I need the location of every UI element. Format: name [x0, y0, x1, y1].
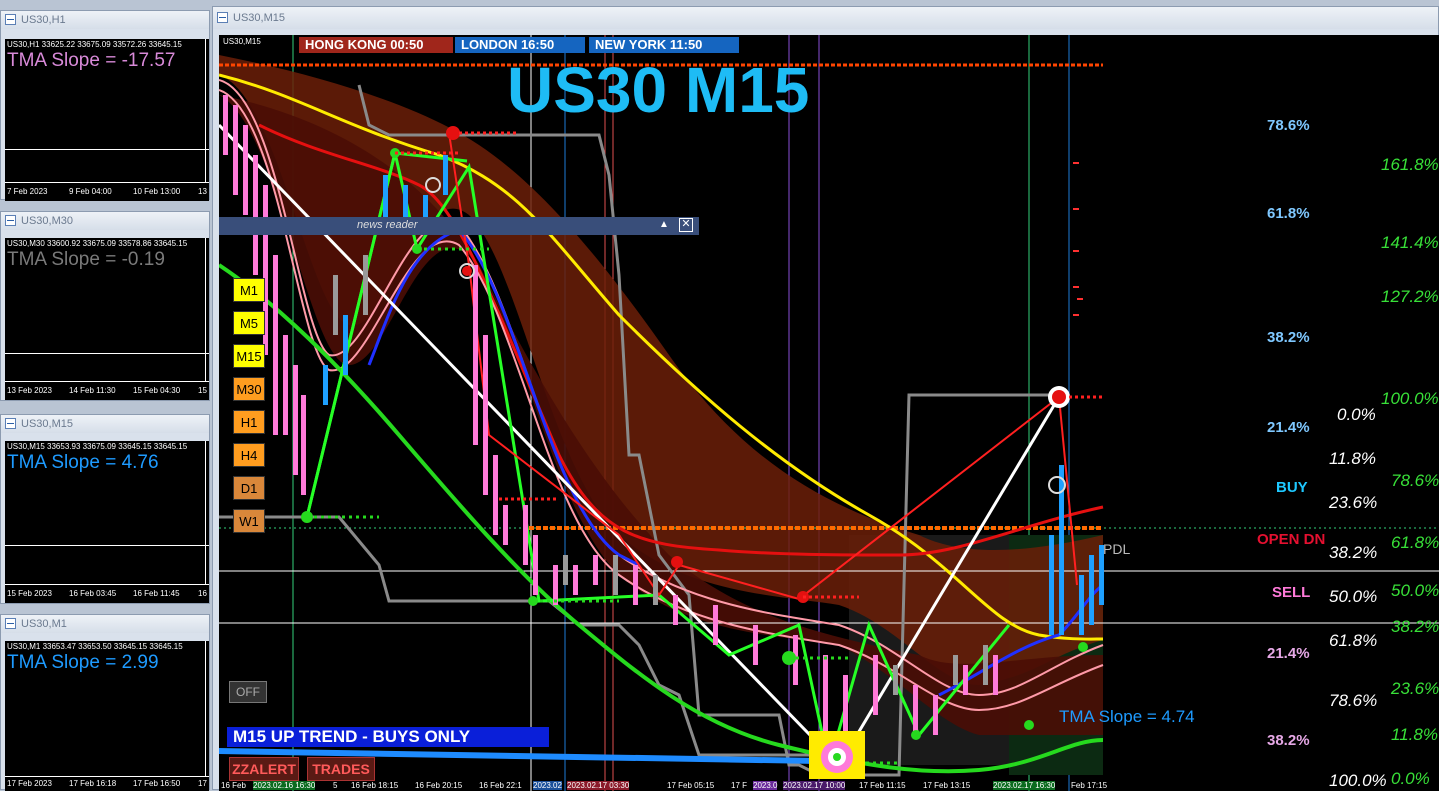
- fib-blue-label: 21.4%: [1267, 419, 1310, 436]
- price-scale-divider: [205, 238, 206, 400]
- tma-slope-label: TMA Slope = -17.57: [7, 50, 176, 71]
- window-title[interactable]: US30,M15: [213, 7, 1438, 29]
- chart-header: US30,M15: [223, 37, 261, 46]
- news-reader-bar[interactable]: news reader ▲ ✕: [219, 217, 699, 235]
- zzalert-button[interactable]: ZZALERT: [229, 757, 299, 781]
- timeframe-h1-button[interactable]: H1: [233, 410, 265, 434]
- date-axis: 17 Feb 2023 17 Feb 16:18 17 Feb 16:50 17: [5, 776, 209, 791]
- off-button[interactable]: OFF: [229, 681, 267, 703]
- chart-window-icon: [5, 618, 16, 629]
- price-scale-divider: [205, 641, 206, 791]
- window-us30-m30[interactable]: US30,M30 US30,M30 33600.92 33675.09 3357…: [0, 211, 210, 401]
- timeframe-m15-button[interactable]: M15: [233, 344, 265, 368]
- window-title[interactable]: US30,M1: [1, 615, 209, 633]
- fib-white-label: 50.0%: [1329, 587, 1378, 606]
- session-hong-kong: HONG KONG 00:50: [299, 37, 453, 53]
- chart-header: US30,M15 33653.93 33675.09 33645.15 3364…: [7, 442, 188, 451]
- main-chart[interactable]: US30,M15 US30 M15 HONG KONG 00:50 LONDON…: [219, 35, 1439, 791]
- fib-blue-label: 61.8%: [1267, 205, 1310, 222]
- mini-chart[interactable]: US30,H1 33625.22 33675.09 33572.26 33645…: [5, 39, 209, 201]
- chart-big-title: US30 M15: [507, 54, 810, 126]
- fib-blue-label: 38.2%: [1267, 329, 1310, 346]
- signal-open-dn: OPEN DN: [1257, 531, 1326, 548]
- price-scale-divider: [205, 39, 206, 201]
- fib-green-label: 23.6%: [1391, 679, 1439, 698]
- window-us30-m1[interactable]: US30,M1 US30,M1 33653.47 33653.50 33645.…: [0, 614, 210, 791]
- pdl-label: PDL: [1103, 541, 1131, 557]
- fib-white-label: 0.0%: [1337, 405, 1376, 424]
- mini-chart[interactable]: US30,M15 33653.93 33675.09 33645.15 3364…: [5, 441, 209, 603]
- trades-button[interactable]: TRADES: [307, 757, 375, 781]
- chart-drawing: [219, 35, 1439, 791]
- fib-green-label: 11.8%: [1391, 725, 1438, 744]
- fib-green-label: 50.0%: [1391, 581, 1439, 600]
- fib-white-label: 61.8%: [1329, 631, 1378, 650]
- fib-white-label: 38.2%: [1329, 543, 1378, 562]
- chart-header: US30,H1 33625.22 33675.09 33572.26 33645…: [7, 40, 182, 49]
- chart-window-icon: [217, 12, 228, 23]
- fib-pink-label: 21.4%: [1267, 645, 1310, 662]
- timeframe-m5-button[interactable]: M5: [233, 311, 265, 335]
- fib-pink-label: 38.2%: [1267, 732, 1310, 749]
- window-us30-h1[interactable]: US30,H1 US30,H1 33625.22 33675.09 33572.…: [0, 10, 210, 201]
- price-line: [5, 149, 209, 150]
- tma-slope-label: TMA Slope = 2.99: [7, 652, 159, 673]
- fib-green-label: 78.6%: [1391, 471, 1439, 490]
- collapse-icon[interactable]: ▲: [659, 219, 669, 230]
- chart-window-icon: [5, 215, 16, 226]
- timeframe-h4-button[interactable]: H4: [233, 443, 265, 467]
- chart-window-icon: [5, 14, 16, 25]
- fib-white-label: 78.6%: [1329, 691, 1378, 710]
- window-us30-m15-main[interactable]: US30,M15 US30,M15 US30 M15 HONG KONG 00:…: [212, 6, 1439, 791]
- session-new-york: NEW YORK 11:50: [589, 37, 739, 53]
- date-axis: 15 Feb 2023 16 Feb 03:45 16 Feb 11:45 16: [5, 584, 209, 603]
- window-title[interactable]: US30,M30: [1, 212, 209, 230]
- signal-sell: SELL: [1272, 584, 1311, 601]
- chart-window-icon: [5, 418, 16, 429]
- trend-banner: M15 UP TREND - BUYS ONLY: [227, 727, 549, 747]
- news-reader-label: news reader: [357, 219, 418, 231]
- fib-green-label: 38.2%: [1391, 617, 1439, 636]
- fib-blue-label: 78.6%: [1267, 117, 1310, 134]
- fib-white-label: 11.8%: [1329, 449, 1376, 468]
- chart-header: US30,M30 33600.92 33675.09 33578.86 3364…: [7, 239, 188, 248]
- fib-green-label: 100.0%: [1381, 389, 1439, 408]
- session-london: LONDON 16:50: [455, 37, 585, 53]
- timeframe-m1-button[interactable]: M1: [233, 278, 265, 302]
- mini-chart[interactable]: US30,M1 33653.47 33653.50 33645.15 33645…: [5, 641, 209, 791]
- timeframe-w1-button[interactable]: W1: [233, 509, 265, 533]
- chart-header: US30,M1 33653.47 33653.50 33645.15 33645…: [7, 642, 183, 651]
- fib-green-label: 141.4%: [1381, 233, 1439, 252]
- tma-slope-label: TMA Slope = -0.19: [7, 249, 165, 270]
- fib-green-label: 161.8%: [1381, 155, 1439, 174]
- date-axis: 13 Feb 2023 14 Feb 11:30 15 Feb 04:30 15: [5, 381, 209, 400]
- close-icon[interactable]: ✕: [679, 218, 693, 232]
- timeframe-d1-button[interactable]: D1: [233, 476, 265, 500]
- fib-white-label: 23.6%: [1329, 493, 1378, 512]
- tma-slope-label: TMA Slope = 4.74: [1059, 707, 1195, 726]
- fib-green-label: 127.2%: [1381, 287, 1439, 306]
- price-line: [5, 353, 209, 354]
- window-us30-m15-small[interactable]: US30,M15 US30,M15 33653.93 33675.09 3364…: [0, 414, 210, 604]
- tma-slope-label: TMA Slope = 4.76: [7, 452, 159, 473]
- fib-green-label: 61.8%: [1391, 533, 1439, 552]
- mini-chart[interactable]: US30,M30 33600.92 33675.09 33578.86 3364…: [5, 238, 209, 400]
- window-title[interactable]: US30,M15: [1, 415, 209, 433]
- window-title[interactable]: US30,H1: [1, 11, 209, 29]
- price-line: [5, 545, 209, 546]
- date-axis: 7 Feb 2023 9 Feb 04:00 10 Feb 13:00 13: [5, 182, 209, 201]
- timeframe-m30-button[interactable]: M30: [233, 377, 265, 401]
- signal-buy: BUY: [1276, 479, 1308, 496]
- price-scale-divider: [205, 441, 206, 603]
